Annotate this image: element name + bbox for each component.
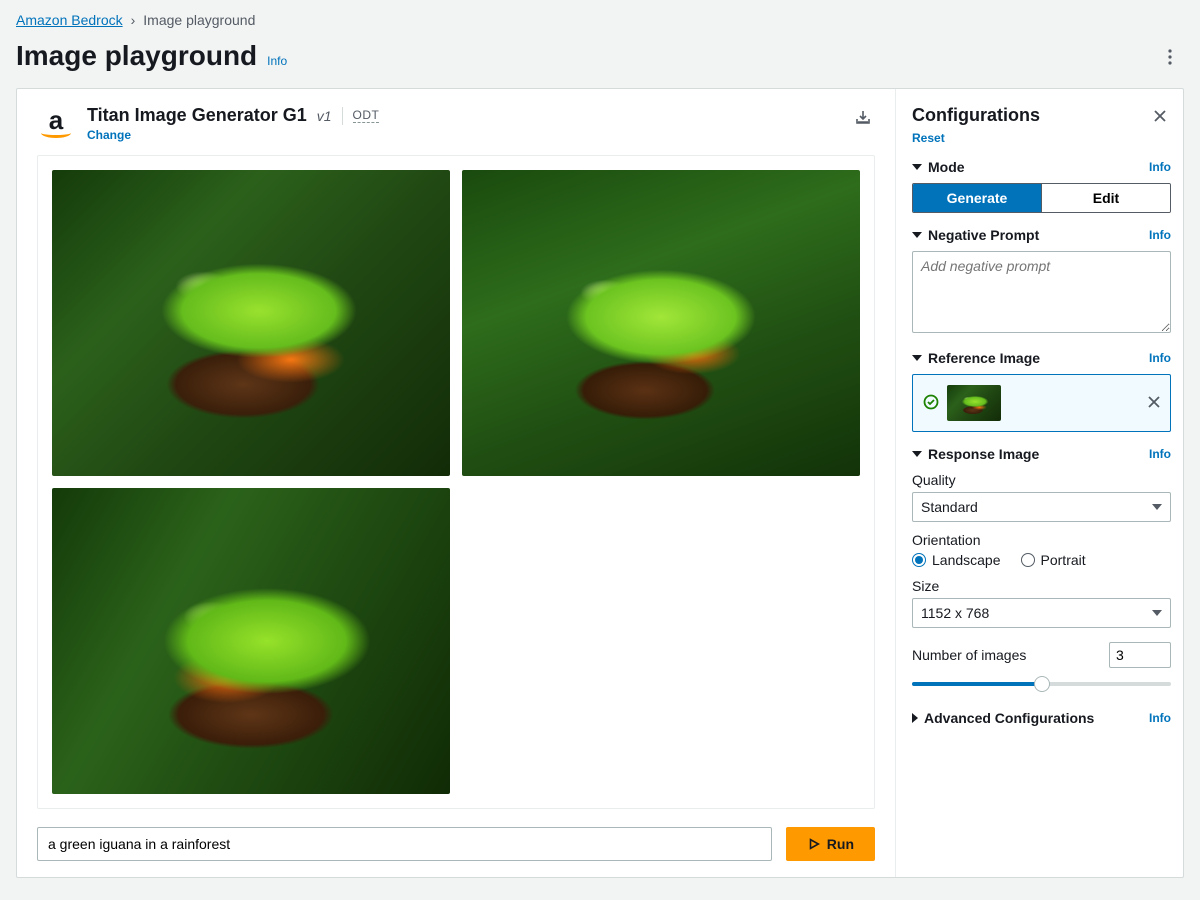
section-advanced-label: Advanced Configurations [924,710,1094,726]
chevron-down-icon [1152,610,1162,616]
mode-toggle: Generate Edit [912,183,1171,213]
section-response[interactable]: Response Image Info [912,446,1171,462]
close-icon [1148,396,1160,408]
negative-info-link[interactable]: Info [1149,228,1171,242]
play-icon [807,837,821,851]
orientation-radios: Landscape Portrait [912,552,1171,568]
generated-image-3[interactable] [52,488,450,794]
num-images-slider[interactable] [912,676,1171,692]
slider-thumb[interactable] [1034,676,1050,692]
radio-icon [1021,553,1035,567]
orientation-landscape-label: Landscape [932,552,1001,568]
image-results-grid [37,155,875,809]
reset-link[interactable]: Reset [912,131,1171,145]
quality-select[interactable]: Standard [912,492,1171,522]
slider-fill [912,682,1042,686]
divider [342,107,343,125]
section-negative[interactable]: Negative Prompt Info [912,227,1171,243]
size-select[interactable]: 1152 x 768 [912,598,1171,628]
quality-value: Standard [921,499,978,515]
breadcrumb-current: Image playground [143,12,255,28]
section-advanced[interactable]: Advanced Configurations Info [912,710,1171,726]
section-negative-label: Negative Prompt [928,227,1039,243]
page-header: Image playground Info [0,32,1200,88]
left-pane: a Titan Image Generator G1 v1 ODT Change [17,89,895,877]
model-badge[interactable]: ODT [353,108,380,123]
negative-prompt-input[interactable] [912,251,1171,333]
empty-slot [462,488,860,794]
download-icon [855,109,871,125]
page-info-link[interactable]: Info [267,54,287,68]
main-panel: a Titan Image Generator G1 v1 ODT Change [16,88,1184,878]
section-response-label: Response Image [928,446,1039,462]
orientation-portrait-label: Portrait [1041,552,1086,568]
model-header: a Titan Image Generator G1 v1 ODT Change [37,105,875,143]
num-images-label: Number of images [912,647,1026,663]
orientation-label: Orientation [912,532,1171,548]
mode-edit-button[interactable]: Edit [1041,184,1170,212]
close-icon [1153,109,1167,123]
advanced-info-link[interactable]: Info [1149,711,1171,725]
change-model-link[interactable]: Change [87,128,131,142]
breadcrumb-root[interactable]: Amazon Bedrock [16,12,123,28]
prompt-input[interactable] [37,827,772,861]
kebab-icon [1168,49,1172,65]
size-value: 1152 x 768 [921,605,989,621]
run-button[interactable]: Run [786,827,875,861]
radio-icon [912,553,926,567]
section-mode[interactable]: Mode Info [912,159,1171,175]
chevron-down-icon [1152,504,1162,510]
close-config-button[interactable] [1149,105,1171,127]
response-info-link[interactable]: Info [1149,447,1171,461]
orientation-portrait-radio[interactable]: Portrait [1021,552,1086,568]
mode-generate-button[interactable]: Generate [913,184,1041,212]
model-name: Titan Image Generator G1 [87,105,307,126]
page-menu-button[interactable] [1156,43,1184,71]
breadcrumb: Amazon Bedrock › Image playground [0,0,1200,32]
download-button[interactable] [851,105,875,129]
mode-info-link[interactable]: Info [1149,160,1171,174]
reference-thumbnail[interactable] [947,385,1001,421]
config-title: Configurations [912,105,1040,126]
remove-reference-button[interactable] [1148,395,1160,411]
section-reference-label: Reference Image [928,350,1040,366]
chevron-right-icon [912,713,918,723]
config-pane: Configurations Reset Mode Info Generate … [895,89,1183,877]
generated-image-1[interactable] [52,170,450,476]
reference-info-link[interactable]: Info [1149,351,1171,365]
run-button-label: Run [827,836,854,852]
prompt-bar: Run [37,827,875,861]
model-version: v1 [317,108,332,124]
reference-image-box [912,374,1171,432]
chevron-down-icon [912,232,922,238]
generated-image-2[interactable] [462,170,860,476]
check-icon [923,394,939,413]
section-mode-label: Mode [928,159,965,175]
num-images-input[interactable] [1109,642,1171,668]
chevron-down-icon [912,451,922,457]
breadcrumb-separator: › [131,12,136,28]
chevron-down-icon [912,355,922,361]
size-label: Size [912,578,1171,594]
quality-label: Quality [912,472,1171,488]
amazon-logo-icon: a [37,105,75,143]
page-title: Image playground [16,40,257,72]
orientation-landscape-radio[interactable]: Landscape [912,552,1001,568]
chevron-down-icon [912,164,922,170]
section-reference[interactable]: Reference Image Info [912,350,1171,366]
